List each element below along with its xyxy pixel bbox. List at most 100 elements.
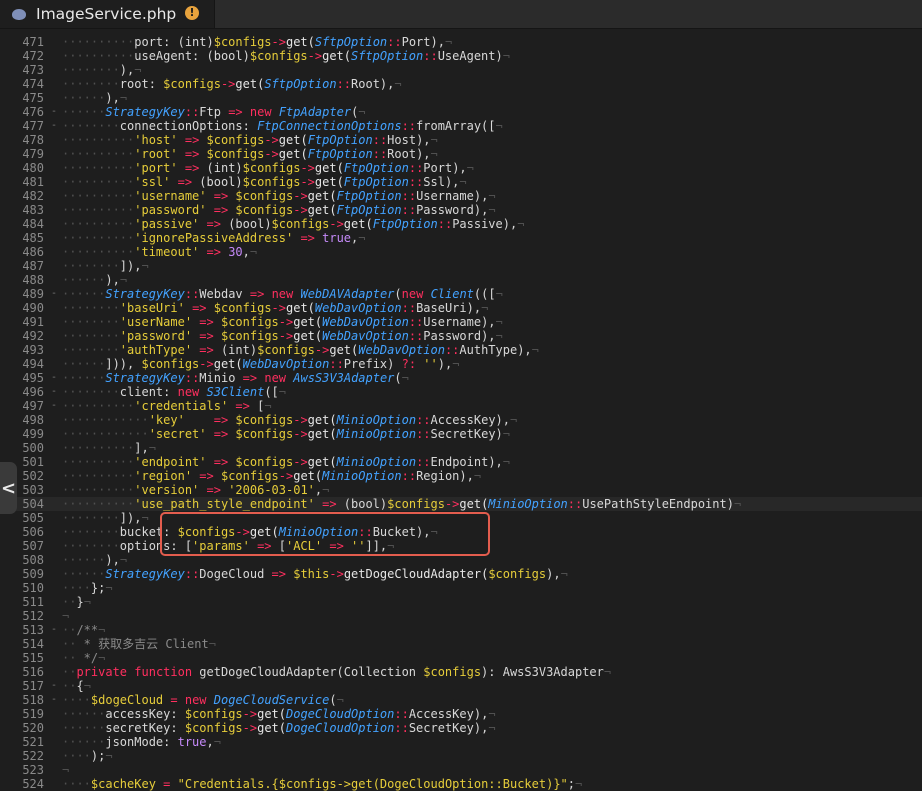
- code-line[interactable]: 517- ··{¬: [0, 679, 922, 693]
- code-line[interactable]: 482 ··········'username' => $configs->get…: [0, 189, 922, 203]
- code-line[interactable]: 487 ········]),¬: [0, 259, 922, 273]
- code-line[interactable]: 471 ··········port: (int)$configs->get(Sf…: [0, 35, 922, 49]
- code-line[interactable]: 492 ········'password' => $configs->get(W…: [0, 329, 922, 343]
- code-line[interactable]: 489- ······StrategyKey::Webdav => new Web…: [0, 287, 922, 301]
- code-line[interactable]: 486 ··········'timeout' => 30,¬: [0, 245, 922, 259]
- line-number: 500: [22, 441, 44, 455]
- code-line[interactable]: 514 ·· * 获取多吉云 Client¬: [0, 637, 922, 651]
- line-number: 499: [22, 427, 44, 441]
- line-number: 474: [22, 77, 44, 91]
- code-line[interactable]: 484 ··········'passive' => (bool)$configs…: [0, 217, 922, 231]
- code-line[interactable]: 500 ··········],¬: [0, 441, 922, 455]
- code-line[interactable]: 507 ········options: ['params' => ['ACL' …: [0, 539, 922, 553]
- code-text: ··········'region' => $configs->get(Mini…: [62, 469, 482, 483]
- fold-toggle-icon[interactable]: -: [48, 385, 60, 399]
- code-line[interactable]: 477- ········connectionOptions: FtpConnec…: [0, 119, 922, 133]
- code-line[interactable]: 499 ············'secret' => $configs->get…: [0, 427, 922, 441]
- line-number: 509: [22, 567, 44, 581]
- code-line[interactable]: 496- ········client: new S3Client([¬: [0, 385, 922, 399]
- line-number: 477: [22, 119, 44, 133]
- code-line[interactable]: 474 ········root: $configs->get(SftpOptio…: [0, 77, 922, 91]
- code-text: ······),¬: [62, 91, 128, 105]
- code-text: ······])), $configs->get(WebDavOption::P…: [62, 357, 460, 371]
- code-line[interactable]: 516 ··private function getDogeCloudAdapte…: [0, 665, 922, 679]
- code-text: ········options: ['params' => ['ACL' => …: [62, 539, 395, 553]
- code-text: ··········'host' => $configs->get(FtpOpt…: [62, 133, 438, 147]
- code-line[interactable]: 513- ··/**¬: [0, 623, 922, 637]
- code-line[interactable]: 497- ··········'credentials' => [¬: [0, 399, 922, 413]
- code-line[interactable]: 480 ··········'port' => (int)$configs->ge…: [0, 161, 922, 175]
- fold-toggle-icon[interactable]: -: [48, 371, 60, 385]
- line-number: 517: [22, 679, 44, 693]
- warning-icon[interactable]: !: [185, 6, 199, 20]
- code-line[interactable]: 473 ········),¬: [0, 63, 922, 77]
- code-line[interactable]: 490 ········'baseUri' => $configs->get(We…: [0, 301, 922, 315]
- code-line[interactable]: 521 ······jsonMode: true,¬: [0, 735, 922, 749]
- collapse-sidebar-button[interactable]: <: [0, 462, 17, 514]
- line-number: 487: [22, 259, 44, 273]
- line-number: 479: [22, 147, 44, 161]
- code-line[interactable]: 495- ······StrategyKey::Minio => new AwsS…: [0, 371, 922, 385]
- code-line[interactable]: 491 ········'userName' => $configs->get(W…: [0, 315, 922, 329]
- line-number: 498: [22, 413, 44, 427]
- code-line[interactable]: 472 ··········useAgent: (bool)$configs->g…: [0, 49, 922, 63]
- code-text: ··········'password' => $configs->get(Ft…: [62, 203, 496, 217]
- line-number: 514: [22, 637, 44, 651]
- code-line[interactable]: 520 ······secretKey: $configs->get(DogeCl…: [0, 721, 922, 735]
- fold-toggle-icon[interactable]: -: [48, 105, 60, 119]
- code-text: ··········'ssl' => (bool)$configs->get(F…: [62, 175, 467, 189]
- code-line[interactable]: 493 ········'authType' => (int)$configs->…: [0, 343, 922, 357]
- code-line[interactable]: 481 ··········'ssl' => (bool)$configs->ge…: [0, 175, 922, 189]
- line-number: 519: [22, 707, 44, 721]
- code-line[interactable]: 512 ¬: [0, 609, 922, 623]
- line-number: 497: [22, 399, 44, 413]
- code-text: ········'authType' => (int)$configs->get…: [62, 343, 539, 357]
- code-line[interactable]: 508 ······),¬: [0, 553, 922, 567]
- code-text: ····);¬: [62, 749, 113, 763]
- code-text: ··········'port' => (int)$configs->get(F…: [62, 161, 474, 175]
- line-number: 471: [22, 35, 44, 49]
- code-text: ······accessKey: $configs->get(DogeCloud…: [62, 707, 496, 721]
- fold-toggle-icon[interactable]: -: [48, 399, 60, 413]
- code-text: ··········'ignorePassiveAddress' => true…: [62, 231, 366, 245]
- code-line[interactable]: 522 ····);¬: [0, 749, 922, 763]
- code-line[interactable]: 519 ······accessKey: $configs->get(DogeCl…: [0, 707, 922, 721]
- code-line[interactable]: 488 ······),¬: [0, 273, 922, 287]
- fold-toggle-icon[interactable]: -: [48, 623, 60, 637]
- fold-toggle-icon[interactable]: -: [48, 287, 60, 301]
- code-line[interactable]: 504 ··········'use_path_style_endpoint' =…: [0, 497, 922, 511]
- code-line[interactable]: 494 ······])), $configs->get(WebDavOption…: [0, 357, 922, 371]
- tab-image-service[interactable]: ImageService.php !: [0, 0, 215, 28]
- code-line[interactable]: 501 ··········'endpoint' => $configs->get…: [0, 455, 922, 469]
- code-line[interactable]: 476- ······StrategyKey::Ftp => new FtpAda…: [0, 105, 922, 119]
- code-line[interactable]: 510 ····};¬: [0, 581, 922, 595]
- code-line[interactable]: 502 ··········'region' => $configs->get(M…: [0, 469, 922, 483]
- line-number: 493: [22, 343, 44, 357]
- line-number: 506: [22, 525, 44, 539]
- code-line[interactable]: 524 ····$cacheKey = "Credentials.{$config…: [0, 777, 922, 791]
- code-line[interactable]: 515 ·· */¬: [0, 651, 922, 665]
- line-number: 491: [22, 315, 44, 329]
- code-line[interactable]: 483 ··········'password' => $configs->get…: [0, 203, 922, 217]
- code-line[interactable]: 479 ··········'root' => $configs->get(Ftp…: [0, 147, 922, 161]
- code-text: ········'baseUri' => $configs->get(WebDa…: [62, 301, 489, 315]
- code-editor[interactable]: 471 ··········port: (int)$configs->get(Sf…: [0, 35, 922, 791]
- code-line[interactable]: 475 ······),¬: [0, 91, 922, 105]
- code-line[interactable]: 509 ······StrategyKey::DogeCloud => $this…: [0, 567, 922, 581]
- code-line[interactable]: 511 ··}¬: [0, 595, 922, 609]
- code-line[interactable]: 523 ¬: [0, 763, 922, 777]
- code-line[interactable]: 505 ········]),¬: [0, 511, 922, 525]
- code-line[interactable]: 506 ········bucket: $configs->get(MinioOp…: [0, 525, 922, 539]
- code-line[interactable]: 498 ············'key' => $configs->get(Mi…: [0, 413, 922, 427]
- line-number: 480: [22, 161, 44, 175]
- code-line[interactable]: 478 ··········'host' => $configs->get(Ftp…: [0, 133, 922, 147]
- code-line[interactable]: 518- ····$dogeCloud = new DogeCloudServic…: [0, 693, 922, 707]
- code-line[interactable]: 503 ··········'version' => '2006-03-01',¬: [0, 483, 922, 497]
- fold-toggle-icon[interactable]: -: [48, 679, 60, 693]
- line-number: 508: [22, 553, 44, 567]
- fold-toggle-icon[interactable]: -: [48, 119, 60, 133]
- code-text: ·· */¬: [62, 651, 106, 665]
- code-line[interactable]: 485 ··········'ignorePassiveAddress' => t…: [0, 231, 922, 245]
- code-text: ··········'username' => $configs->get(Ft…: [62, 189, 496, 203]
- fold-toggle-icon[interactable]: -: [48, 693, 60, 707]
